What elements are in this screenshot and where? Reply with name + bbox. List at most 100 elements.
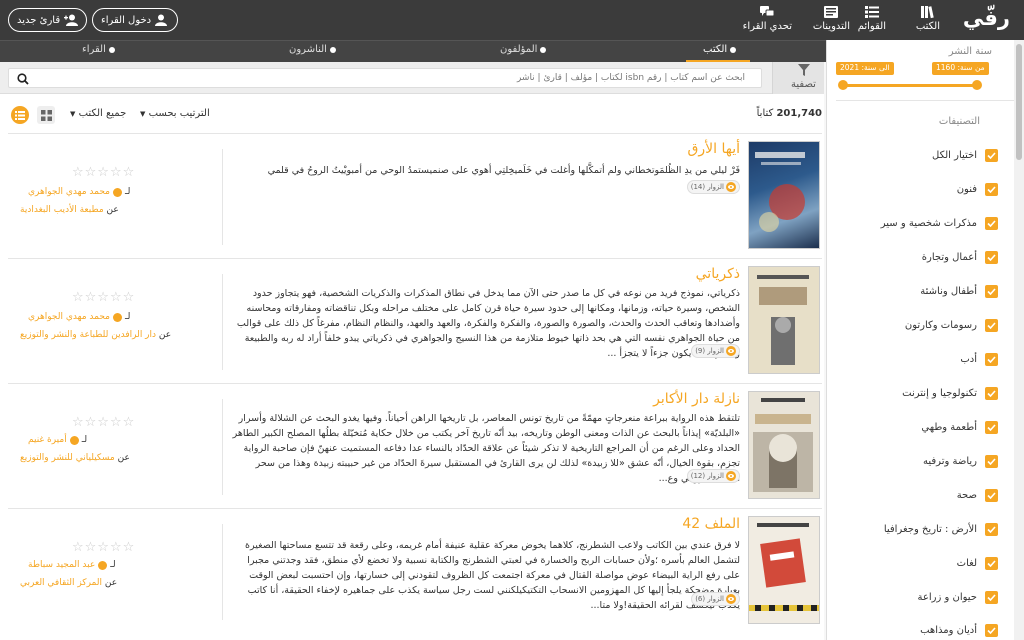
- book-type-dropdown[interactable]: جميع الكتب ▼: [70, 108, 126, 119]
- search-placeholder: ابحث عن اسم كتاب | رقم isbn لكتاب | مؤلف…: [516, 73, 745, 83]
- tab-authors[interactable]: المؤلفون: [500, 44, 547, 55]
- category-checkbox[interactable]: رياضة وترفيه: [923, 453, 998, 469]
- category-checkbox[interactable]: حيوان و زراعة: [918, 589, 998, 605]
- search-icon[interactable]: [17, 73, 29, 85]
- nav-posts[interactable]: التدوينات: [813, 5, 850, 32]
- sidebar-divider: [836, 100, 1014, 101]
- check-icon[interactable]: [985, 454, 998, 468]
- cover-art: [757, 275, 809, 365]
- check-icon[interactable]: [985, 318, 998, 332]
- publisher-name[interactable]: دار الرافدين للطباعة والنشر والتوزيع: [20, 330, 156, 340]
- tab-publishers[interactable]: الناشرون: [289, 44, 336, 55]
- book-cover[interactable]: [748, 516, 820, 624]
- category-checkbox[interactable]: رسومات وكارتون: [905, 317, 998, 333]
- category-checkbox[interactable]: أطفال وناشئة: [920, 283, 998, 299]
- tab-books[interactable]: الكتب: [703, 44, 737, 55]
- category-checkbox[interactable]: أديان ومذاهب: [920, 622, 998, 638]
- check-icon[interactable]: [985, 623, 998, 637]
- book-author: لـ عبد المجيد سباطة: [28, 560, 116, 570]
- tab-bullet: [108, 46, 115, 53]
- eye-icon: [726, 471, 736, 481]
- book-publisher: عن دار الرافدين للطباعة والنشر والتوزيع: [20, 330, 171, 340]
- book-title[interactable]: نازلة دار الأكابر: [653, 391, 740, 407]
- book-title[interactable]: الملف 42: [682, 516, 740, 532]
- tab-readers-label: القراء: [82, 44, 106, 55]
- category-label: رياضة وترفيه: [923, 455, 977, 467]
- sort-dropdown[interactable]: الترتيب بحسب ▼: [140, 108, 210, 119]
- tab-authors-label: المؤلفون: [500, 44, 538, 55]
- category-checkbox[interactable]: أعمال وتجارة: [922, 249, 998, 265]
- category-checkbox[interactable]: اختيار الكل: [932, 147, 998, 163]
- author-name[interactable]: محمد مهدي الجواهري: [28, 312, 110, 322]
- category-checkbox[interactable]: أطعمة وطهي: [921, 419, 998, 435]
- publisher-name[interactable]: مطبعة الأديب البغدادية: [20, 205, 104, 215]
- rating-stars: ☆☆☆☆☆: [72, 540, 136, 555]
- author-name[interactable]: أميرة غنيم: [28, 435, 67, 445]
- category-checkbox[interactable]: تكنولوجيا و إنترنت: [902, 385, 998, 401]
- category-checkbox[interactable]: صحة: [957, 487, 998, 503]
- user-icon: [155, 14, 168, 26]
- register-label: قارئ جديد: [17, 14, 61, 26]
- sidebar-scroll-thumb[interactable]: [1016, 44, 1022, 160]
- category-label: أدب: [960, 353, 977, 365]
- visits-badge: الزوار (14): [686, 180, 740, 194]
- nav-challenge[interactable]: تحدي القراء: [743, 5, 792, 32]
- year-slider-track[interactable]: [843, 84, 977, 87]
- filter-icon: [797, 64, 810, 76]
- book-title[interactable]: أيها الأرق: [688, 141, 740, 157]
- book-title[interactable]: ذكرياتي: [696, 266, 740, 282]
- check-icon[interactable]: [985, 386, 998, 400]
- nav-books-label: الكتب: [915, 21, 940, 32]
- book-author: لـ محمد مهدي الجواهري: [28, 312, 130, 322]
- check-icon[interactable]: [985, 250, 998, 264]
- category-checkbox[interactable]: لغات: [957, 555, 998, 571]
- login-button[interactable]: دخول القراء: [92, 8, 179, 32]
- check-icon[interactable]: [985, 590, 998, 604]
- rating-stars: ☆☆☆☆☆: [72, 415, 136, 430]
- check-icon[interactable]: [985, 182, 998, 196]
- check-icon[interactable]: [985, 284, 998, 298]
- book-cover[interactable]: [748, 391, 820, 499]
- year-filter-title: سنة النشر: [948, 46, 992, 57]
- check-icon[interactable]: [985, 148, 998, 162]
- list-view-button[interactable]: [11, 106, 29, 124]
- list-icon: [864, 6, 879, 18]
- category-checkbox[interactable]: مذكرات شخصية و سير: [881, 215, 998, 231]
- tab-readers[interactable]: القراء: [82, 44, 115, 55]
- book-cover[interactable]: [748, 141, 820, 249]
- tab-bullet: [730, 46, 737, 53]
- category-checkbox[interactable]: أدب: [960, 351, 998, 367]
- eye-icon: [726, 182, 736, 192]
- year-slider-handle-max[interactable]: [838, 80, 848, 90]
- check-icon[interactable]: [985, 488, 998, 502]
- nav-lists[interactable]: القوائم: [858, 5, 886, 32]
- to-year-tag: الى سنة: 2021: [836, 62, 894, 75]
- nav-books[interactable]: الكتب: [916, 5, 940, 32]
- category-label: أطفال وناشئة: [920, 285, 977, 297]
- check-icon[interactable]: [985, 420, 998, 434]
- check-icon[interactable]: [985, 216, 998, 230]
- grid-view-button[interactable]: [37, 106, 55, 124]
- category-label: أطعمة وطهي: [921, 421, 977, 433]
- book-cover[interactable]: [748, 266, 820, 374]
- check-icon[interactable]: [985, 522, 998, 536]
- author-name[interactable]: محمد مهدي الجواهري: [28, 187, 110, 197]
- site-logo[interactable]: رفّي: [963, 6, 1010, 30]
- search-input[interactable]: ابحث عن اسم كتاب | رقم isbn لكتاب | مؤلف…: [8, 68, 762, 88]
- register-button[interactable]: قارئ جديد: [8, 8, 88, 32]
- book-description: تلتقط هذه الرواية ببراعة منعرجاتٍ مهمّةً…: [232, 413, 740, 484]
- publisher-name[interactable]: مسكيلياني للنشر والتوزيع: [20, 453, 115, 463]
- book-publisher: عن مطبعة الأديب البغدادية: [20, 205, 119, 215]
- top-navbar: رفّي الكتب القوائم التدوينات تحدي القراء…: [0, 0, 1024, 40]
- author-name[interactable]: عبد المجيد سباطة: [28, 560, 95, 570]
- book-card: نازلة دار الأكابر تلتقط هذه الرواية ببرا…: [8, 385, 822, 507]
- book-card: ذكرياتي ذكرياتي، نموذج فريد من نوعه في ك…: [8, 260, 822, 382]
- check-icon[interactable]: [985, 556, 998, 570]
- category-label: فنون: [956, 183, 977, 195]
- category-checkbox[interactable]: الأرض : تاريخ وجغرافيا: [884, 521, 998, 537]
- category-checkbox[interactable]: فنون: [957, 181, 998, 197]
- check-icon[interactable]: [985, 352, 998, 366]
- publisher-name[interactable]: المركز الثقافي العربي: [20, 578, 102, 588]
- year-slider-handle-min[interactable]: [972, 80, 982, 90]
- book-type-label: جميع الكتب: [78, 108, 127, 119]
